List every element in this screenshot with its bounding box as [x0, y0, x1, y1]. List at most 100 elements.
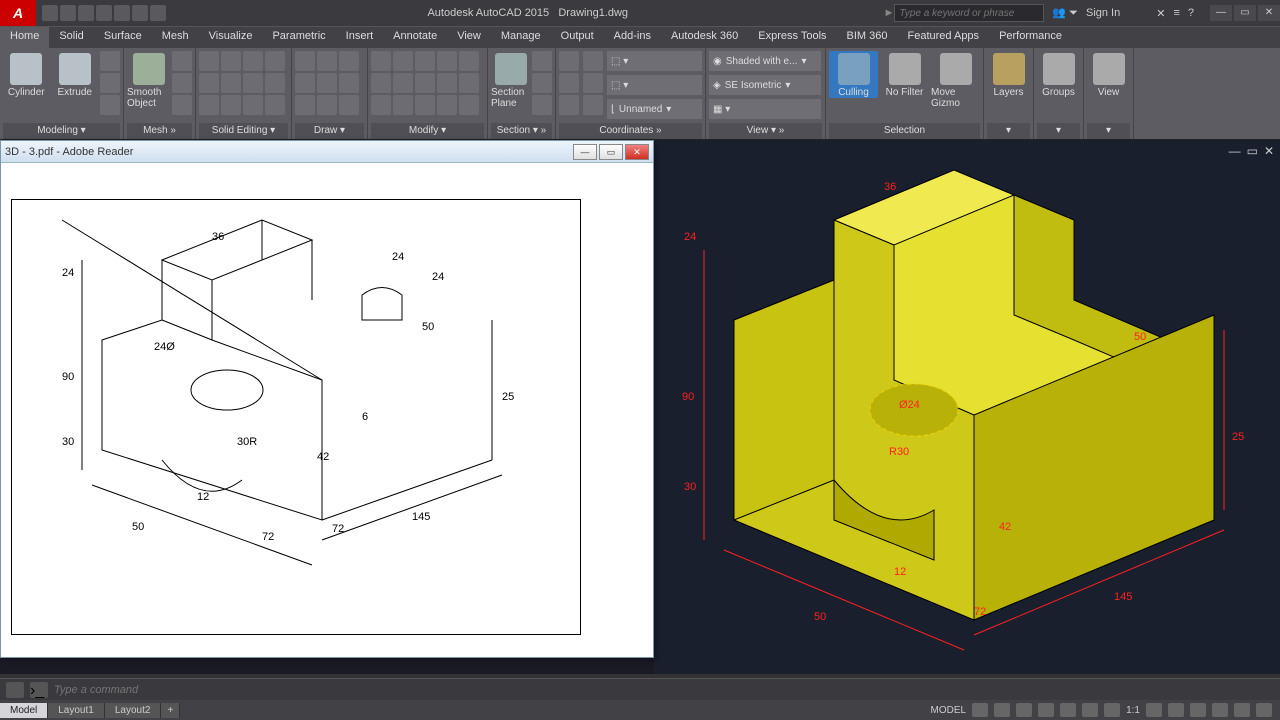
- command-input[interactable]: [54, 682, 1274, 698]
- c6-icon[interactable]: [583, 95, 603, 115]
- se6-icon[interactable]: [221, 73, 241, 93]
- panel-groups[interactable]: ▾: [1037, 123, 1080, 139]
- exchange-icon[interactable]: ✕: [1156, 7, 1165, 20]
- pdf-titlebar[interactable]: 3D - 3.pdf - Adobe Reader — ▭ ✕: [1, 141, 653, 163]
- se10-icon[interactable]: [221, 95, 241, 115]
- smooth-object-button[interactable]: Smooth Object: [127, 51, 170, 109]
- panel-solid-editing[interactable]: Solid Editing ▾: [199, 123, 288, 139]
- tab-add-layout[interactable]: +: [161, 703, 180, 718]
- movegizmo-button[interactable]: Move Gizmo: [931, 51, 980, 109]
- panel-coordinates[interactable]: Coordinates »: [559, 123, 702, 139]
- tab-manage[interactable]: Manage: [491, 27, 551, 48]
- tab-layout2[interactable]: Layout2: [105, 703, 162, 718]
- tab-visualize[interactable]: Visualize: [199, 27, 263, 48]
- panel-layers[interactable]: ▾: [987, 123, 1030, 139]
- status-iso-icon[interactable]: [1212, 703, 1228, 717]
- tab-solid[interactable]: Solid: [49, 27, 93, 48]
- panel-viewp[interactable]: ▾: [1087, 123, 1130, 139]
- dr9-icon[interactable]: [339, 95, 359, 115]
- tab-model[interactable]: Model: [0, 703, 48, 718]
- status-ortho-icon[interactable]: [1016, 703, 1032, 717]
- sec2-icon[interactable]: [532, 73, 552, 93]
- c1-icon[interactable]: [559, 51, 579, 71]
- panel-draw[interactable]: Draw ▾: [295, 123, 364, 139]
- visual-style-dropdown[interactable]: ◉ Shaded with e... ▾: [709, 51, 821, 71]
- se5-icon[interactable]: [199, 73, 219, 93]
- culling-button[interactable]: Culling: [829, 51, 878, 98]
- status-3dosnap-icon[interactable]: [1082, 703, 1098, 717]
- layers-button[interactable]: Layers: [987, 51, 1030, 98]
- help-search-input[interactable]: [894, 4, 1044, 22]
- pdf-maximize-button[interactable]: ▭: [599, 144, 623, 160]
- signin-button[interactable]: Sign In: [1086, 7, 1120, 19]
- status-custom-icon[interactable]: [1256, 703, 1272, 717]
- tab-output[interactable]: Output: [551, 27, 604, 48]
- section-plane-button[interactable]: Section Plane: [491, 51, 530, 109]
- dr8-icon[interactable]: [317, 95, 337, 115]
- close-button[interactable]: ✕: [1258, 5, 1280, 21]
- status-scale[interactable]: 1:1: [1126, 705, 1140, 716]
- c2-icon[interactable]: [583, 51, 603, 71]
- status-gear-icon[interactable]: [1146, 703, 1162, 717]
- sec1-icon[interactable]: [532, 51, 552, 71]
- mesh-icon[interactable]: [172, 51, 192, 71]
- cloud-icon[interactable]: ≡: [1173, 7, 1179, 19]
- m6-icon[interactable]: [371, 73, 391, 93]
- dr3-icon[interactable]: [339, 51, 359, 71]
- cylinder-button[interactable]: Cylinder: [3, 51, 50, 98]
- qat-print-icon[interactable]: [114, 5, 130, 21]
- se4-icon[interactable]: [265, 51, 285, 71]
- tab-parametric[interactable]: Parametric: [262, 27, 335, 48]
- view-iso-dropdown[interactable]: ◈ SE Isometric ▾: [709, 75, 821, 95]
- vp-minimize-icon[interactable]: —: [1229, 144, 1241, 158]
- m1-icon[interactable]: [371, 51, 391, 71]
- m8-icon[interactable]: [415, 73, 435, 93]
- qat-open-icon[interactable]: [60, 5, 76, 21]
- tab-performance[interactable]: Performance: [989, 27, 1072, 48]
- se3-icon[interactable]: [243, 51, 263, 71]
- dr2-icon[interactable]: [317, 51, 337, 71]
- tab-surface[interactable]: Surface: [94, 27, 152, 48]
- m2-icon[interactable]: [393, 51, 413, 71]
- coord1-dropdown[interactable]: ⬚ ▾: [607, 51, 702, 71]
- view-button[interactable]: View: [1087, 51, 1130, 98]
- m4-icon[interactable]: [437, 51, 457, 71]
- coord2-dropdown[interactable]: ⬚ ▾: [607, 75, 702, 95]
- status-snap-icon[interactable]: [994, 703, 1010, 717]
- m3-icon[interactable]: [415, 51, 435, 71]
- m13-icon[interactable]: [415, 95, 435, 115]
- m12-icon[interactable]: [393, 95, 413, 115]
- c4-icon[interactable]: [583, 73, 603, 93]
- se1-icon[interactable]: [199, 51, 219, 71]
- c3-icon[interactable]: [559, 73, 579, 93]
- dr6-icon[interactable]: [339, 73, 359, 93]
- status-grid-icon[interactable]: [972, 703, 988, 717]
- m15-icon[interactable]: [459, 95, 479, 115]
- pdf-reader-window[interactable]: 3D - 3.pdf - Adobe Reader — ▭ ✕: [0, 140, 654, 658]
- panel-section[interactable]: Section ▾ »: [491, 123, 552, 139]
- m11-icon[interactable]: [371, 95, 391, 115]
- 3d-viewport[interactable]: — ▭ ✕: [654, 140, 1280, 674]
- coord-unnamed-dropdown[interactable]: ⌊ Unnamed ▾: [607, 99, 702, 119]
- panel-mesh[interactable]: Mesh »: [127, 123, 192, 139]
- dr5-icon[interactable]: [317, 73, 337, 93]
- se8-icon[interactable]: [265, 73, 285, 93]
- restore-button[interactable]: ▭: [1234, 5, 1256, 21]
- se2-icon[interactable]: [221, 51, 241, 71]
- vp-close-icon[interactable]: ✕: [1264, 144, 1274, 158]
- panel-modify[interactable]: Modify ▾: [371, 123, 484, 139]
- se12-icon[interactable]: [265, 95, 285, 115]
- status-model-label[interactable]: MODEL: [931, 705, 967, 716]
- tab-addins[interactable]: Add-ins: [604, 27, 661, 48]
- panel-modeling[interactable]: Modeling ▾: [3, 123, 120, 139]
- tab-bim360[interactable]: BIM 360: [837, 27, 898, 48]
- pdf-close-button[interactable]: ✕: [625, 144, 649, 160]
- dr1-icon[interactable]: [295, 51, 315, 71]
- tab-view[interactable]: View: [447, 27, 491, 48]
- c5-icon[interactable]: [559, 95, 579, 115]
- status-anno-icon[interactable]: [1168, 703, 1184, 717]
- qat-redo-icon[interactable]: [150, 5, 166, 21]
- pdf-minimize-button[interactable]: —: [573, 144, 597, 160]
- se11-icon[interactable]: [243, 95, 263, 115]
- panel-selection[interactable]: Selection: [829, 123, 980, 139]
